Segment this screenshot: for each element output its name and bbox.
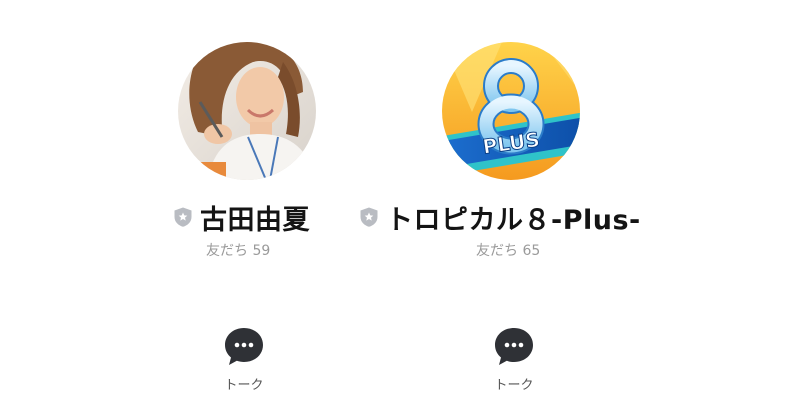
tropical-8-plus-logo: PLUS [442,42,580,180]
avatar[interactable] [178,42,316,180]
talk-label: トーク [494,378,534,393]
friends-count: 友だち 65 [476,243,541,259]
talk-label: トーク [224,378,264,393]
profile-name-row: トロピカル８-Plus- [358,197,641,237]
shield-icon [360,207,378,227]
talk-button[interactable]: トーク [479,322,549,402]
chat-bubble-icon [495,328,533,365]
talk-button[interactable]: トーク [209,322,279,402]
profile-photo [178,42,316,180]
chat-bubble-icon [225,328,263,365]
profile-name-row: 古田由夏 [172,197,310,237]
profile-name: 古田由夏 [200,204,310,236]
profile-name: トロピカル８-Plus- [386,204,641,236]
avatar[interactable]: PLUS [442,42,580,180]
shield-icon [174,207,192,227]
friends-count: 友だち 59 [206,243,271,259]
profile-card: PLUS トロピカル８-Plus- 友だち 65 トーク [350,0,670,420]
